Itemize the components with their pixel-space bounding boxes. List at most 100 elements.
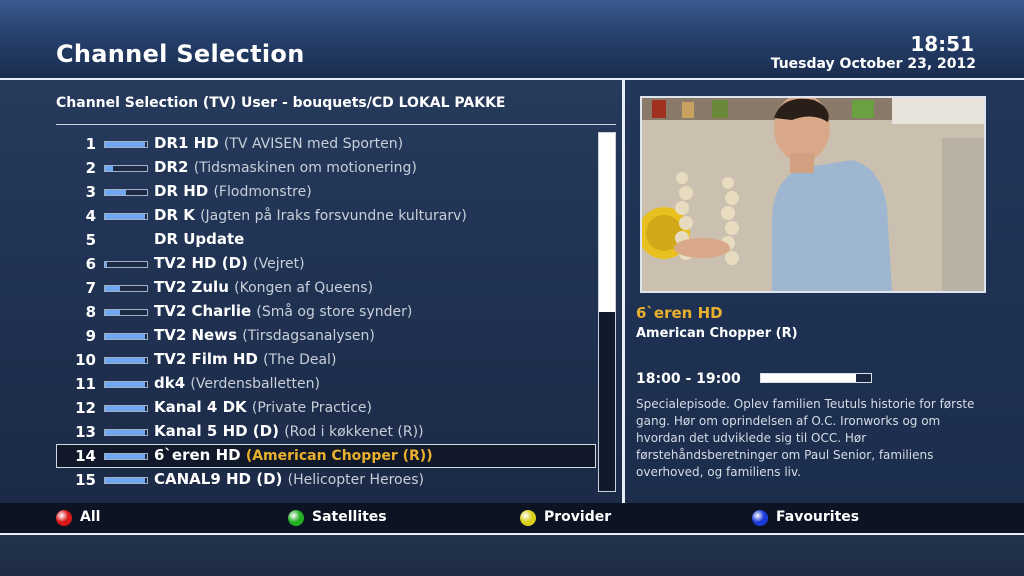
scrollbar-thumb[interactable]: [599, 133, 615, 312]
video-frame-image: [642, 98, 984, 291]
channel-row[interactable]: 1 DR1 HD (TV AVISEN med Sporten): [56, 132, 596, 156]
date-label: Tuesday October 23, 2012: [770, 56, 976, 72]
signal-bar-fill: [105, 334, 145, 339]
current-program: (Tirsdagsanalysen): [242, 328, 375, 344]
signal-bar-fill: [105, 382, 145, 387]
channel-number: 4: [85, 207, 96, 225]
channel-name-text: 6`eren HD: [154, 446, 241, 464]
channel-number: 10: [75, 351, 96, 369]
channel-row[interactable]: 14 6`eren HD (American Chopper (R)): [56, 444, 596, 468]
signal-bar: [104, 405, 148, 412]
channel-number: 13: [75, 423, 96, 441]
info-channel-name: 6`eren HD: [636, 304, 723, 322]
current-program: (TV AVISEN med Sporten): [223, 136, 404, 152]
channel-name: DR K (Jagten på Iraks forsvundne kultura…: [154, 206, 467, 224]
green-key-icon: [288, 510, 304, 526]
channel-row[interactable]: 7 TV2 Zulu (Kongen af Queens): [56, 276, 596, 300]
channel-row[interactable]: 11 dk4 (Verdensballetten): [56, 372, 596, 396]
bottom-band: [0, 535, 1024, 576]
channel-list: 1 DR1 HD (TV AVISEN med Sporten) 2 DR2 (Tid…: [56, 132, 596, 492]
channel-row[interactable]: 8 TV2 Charlie (Små og store synder): [56, 300, 596, 324]
signal-bar-fill: [105, 310, 120, 315]
channel-name-text: TV2 Film HD: [154, 350, 258, 368]
channel-name: TV2 Zulu (Kongen af Queens): [154, 278, 373, 296]
channel-number: 12: [75, 399, 96, 417]
channel-row[interactable]: 2 DR2 (Tidsmaskinen om motionering): [56, 156, 596, 180]
channel-name-text: Kanal 5 HD (D): [154, 422, 279, 440]
satellites-button-label: Satellites: [312, 509, 387, 525]
channel-name: Kanal 5 HD (D) (Rod i køkkenet (R)): [154, 422, 424, 440]
all-button-label: All: [80, 509, 101, 525]
channel-name-text: TV2 Zulu: [154, 278, 229, 296]
program-description: Specialepisode. Oplev familien Teutuls h…: [636, 397, 975, 479]
channel-row[interactable]: 6 TV2 HD (D) (Vejret): [56, 252, 596, 276]
list-divider: [56, 124, 616, 125]
yellow-key-icon: [520, 510, 536, 526]
signal-bar-fill: [105, 478, 145, 483]
channel-name-text: DR Update: [154, 230, 245, 248]
channel-name-text: DR HD: [154, 182, 209, 200]
info-time-range: 18:00 - 19:00: [636, 371, 741, 387]
current-program: (American Chopper (R)): [245, 448, 433, 464]
current-program: (Verdensballetten): [190, 376, 320, 392]
signal-bar: [104, 189, 148, 196]
current-program: (Tidsmaskinen om motionering): [193, 160, 417, 176]
channel-number: 9: [85, 327, 96, 345]
program-progress-bar: [760, 373, 872, 383]
channel-name: DR1 HD (TV AVISEN med Sporten): [154, 134, 403, 152]
channel-row[interactable]: 5 DR Update: [56, 228, 596, 252]
channel-row[interactable]: 3 DR HD (Flodmonstre): [56, 180, 596, 204]
channel-number: 5: [85, 231, 96, 249]
signal-bar-fill: [105, 430, 145, 435]
channel-row[interactable]: 9 TV2 News (Tirsdagsanalysen): [56, 324, 596, 348]
channel-row[interactable]: 10 TV2 Film HD (The Deal): [56, 348, 596, 372]
current-program: (Flodmonstre): [213, 184, 312, 200]
signal-bar: [104, 165, 148, 172]
channel-number: 2: [85, 159, 96, 177]
channel-row[interactable]: 12 Kanal 4 DK (Private Practice): [56, 396, 596, 420]
channel-name-text: TV2 Charlie: [154, 302, 252, 320]
channel-name-text: DR1 HD: [154, 134, 219, 152]
current-program: (Kongen af Queens): [234, 280, 374, 296]
channel-number: 3: [85, 183, 96, 201]
channel-name: CANAL9 HD (D) (Helicopter Heroes): [154, 470, 424, 488]
channel-name: Kanal 4 DK (Private Practice): [154, 398, 372, 416]
signal-bar: [104, 453, 148, 460]
channel-number: 14: [75, 447, 96, 465]
channel-name: TV2 Film HD (The Deal): [154, 350, 336, 368]
scrollbar[interactable]: [598, 132, 616, 492]
signal-bar: [104, 261, 148, 268]
channel-number: 7: [85, 279, 96, 297]
channel-row[interactable]: 4 DR K (Jagten på Iraks forsvundne kultur…: [56, 204, 596, 228]
page-title: Channel Selection: [56, 40, 305, 68]
current-program: (Jagten på Iraks forsvundne kulturarv): [200, 208, 467, 224]
channel-name: dk4 (Verdensballetten): [154, 374, 320, 392]
signal-bar-fill: [105, 262, 108, 267]
signal-bar: [104, 381, 148, 388]
blue-key-icon: [752, 510, 768, 526]
red-key-icon: [56, 510, 72, 526]
signal-bar: [104, 285, 148, 292]
channel-number: 15: [75, 471, 96, 489]
channel-row[interactable]: 13 Kanal 5 HD (D) (Rod i køkkenet (R)): [56, 420, 596, 444]
channel-name-text: DR K: [154, 206, 195, 224]
signal-bar: [104, 333, 148, 340]
channel-name: TV2 News (Tirsdagsanalysen): [154, 326, 375, 344]
channel-number: 6: [85, 255, 96, 273]
channel-name: TV2 Charlie (Små og store synder): [154, 302, 412, 320]
current-program: (The Deal): [263, 352, 337, 368]
program-progress-fill: [761, 374, 856, 382]
current-program: (Helicopter Heroes): [287, 472, 424, 488]
signal-bar-fill: [105, 454, 145, 459]
current-program: (Private Practice): [251, 400, 372, 416]
video-preview: [640, 96, 986, 293]
current-program: (Vejret): [253, 256, 305, 272]
signal-bar: [104, 429, 148, 436]
current-program: (Rod i køkkenet (R)): [284, 424, 424, 440]
channel-name-text: CANAL9 HD (D): [154, 470, 283, 488]
channel-row[interactable]: 15 CANAL9 HD (D) (Helicopter Heroes): [56, 468, 596, 492]
channel-name-text: Kanal 4 DK: [154, 398, 247, 416]
signal-bar-fill: [105, 166, 114, 171]
signal-bar-fill: [105, 142, 145, 147]
channel-name: DR2 (Tidsmaskinen om motionering): [154, 158, 417, 176]
